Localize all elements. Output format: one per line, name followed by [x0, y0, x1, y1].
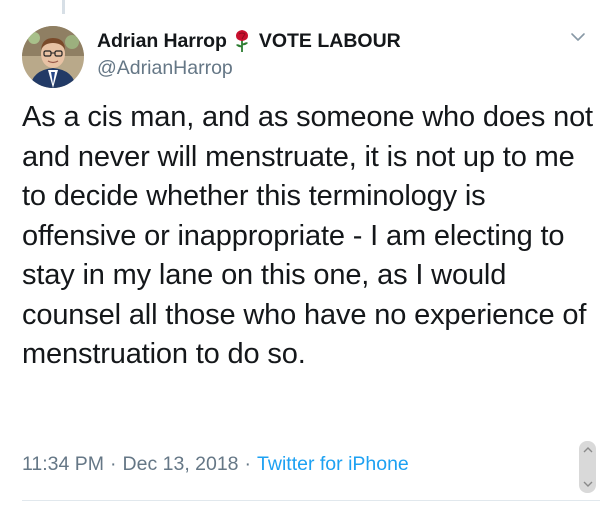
divider — [22, 500, 600, 501]
tweet-source-link[interactable]: Twitter for iPhone — [257, 453, 409, 476]
display-name[interactable]: Adrian Harrop — [97, 30, 227, 53]
tweet-header: Adrian Harrop VOTE LABOUR @AdrianHarrop — [97, 28, 401, 80]
tweet-metadata: 11:34 PM · Dec 13, 2018 · Twitter for iP… — [22, 453, 409, 476]
separator-dot: · — [110, 453, 117, 475]
scroll-handle[interactable] — [579, 441, 596, 493]
chevron-down-icon[interactable] — [570, 30, 586, 44]
scroll-down-icon[interactable] — [583, 481, 593, 488]
separator-dot: · — [244, 453, 252, 475]
name-row: Adrian Harrop VOTE LABOUR — [97, 28, 401, 54]
user-handle[interactable]: @AdrianHarrop — [97, 57, 401, 80]
tweet-time[interactable]: 11:34 PM — [22, 453, 104, 476]
tweet-date[interactable]: Dec 13, 2018 — [123, 453, 239, 476]
scroll-up-icon[interactable] — [583, 446, 593, 453]
thread-connector-line — [62, 0, 65, 14]
avatar[interactable] — [22, 26, 84, 88]
tweet-text: As a cis man, and as someone who does no… — [22, 101, 593, 370]
tweet-card: Adrian Harrop VOTE LABOUR @AdrianHarrop … — [0, 0, 600, 506]
rose-icon — [234, 29, 250, 53]
profile-tagline: VOTE LABOUR — [258, 29, 401, 52]
